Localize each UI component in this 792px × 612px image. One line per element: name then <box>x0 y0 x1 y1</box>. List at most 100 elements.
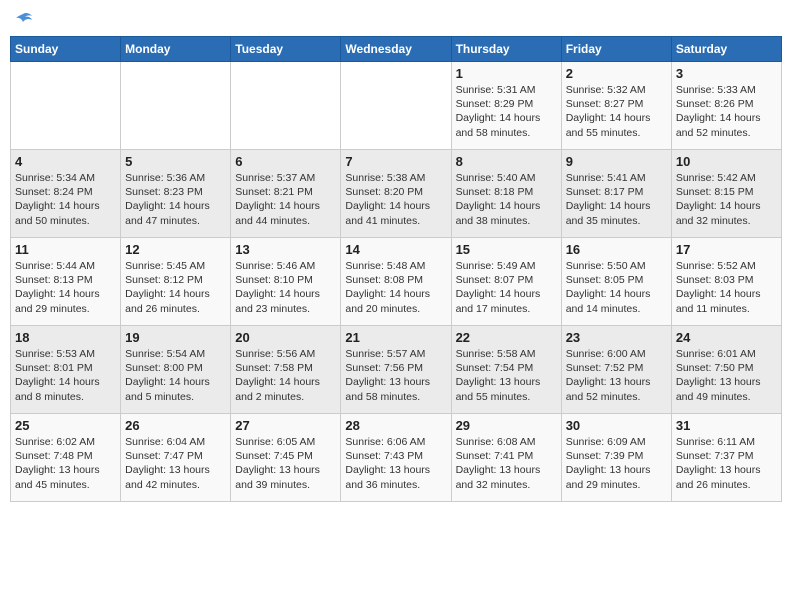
day-info: Sunrise: 5:31 AMSunset: 8:29 PMDaylight:… <box>456 83 557 140</box>
header-sunday: Sunday <box>11 37 121 62</box>
day-number: 7 <box>345 154 446 169</box>
calendar-cell: 9 Sunrise: 5:41 AMSunset: 8:17 PMDaylight… <box>561 150 671 238</box>
day-info: Sunrise: 5:45 AMSunset: 8:12 PMDaylight:… <box>125 259 226 316</box>
day-info: Sunrise: 5:56 AMSunset: 7:58 PMDaylight:… <box>235 347 336 404</box>
day-info: Sunrise: 5:33 AMSunset: 8:26 PMDaylight:… <box>676 83 777 140</box>
day-info: Sunrise: 6:04 AMSunset: 7:47 PMDaylight:… <box>125 435 226 492</box>
week-row-4: 18 Sunrise: 5:53 AMSunset: 8:01 PMDayligh… <box>11 326 782 414</box>
day-info: Sunrise: 5:50 AMSunset: 8:05 PMDaylight:… <box>566 259 667 316</box>
day-info: Sunrise: 5:34 AMSunset: 8:24 PMDaylight:… <box>15 171 116 228</box>
calendar-cell <box>11 62 121 150</box>
header-tuesday: Tuesday <box>231 37 341 62</box>
day-number: 11 <box>15 242 116 257</box>
calendar-cell: 14 Sunrise: 5:48 AMSunset: 8:08 PMDayligh… <box>341 238 451 326</box>
day-info: Sunrise: 5:49 AMSunset: 8:07 PMDaylight:… <box>456 259 557 316</box>
day-number: 12 <box>125 242 226 257</box>
day-info: Sunrise: 6:11 AMSunset: 7:37 PMDaylight:… <box>676 435 777 492</box>
day-number: 22 <box>456 330 557 345</box>
day-info: Sunrise: 6:01 AMSunset: 7:50 PMDaylight:… <box>676 347 777 404</box>
header-friday: Friday <box>561 37 671 62</box>
day-number: 23 <box>566 330 667 345</box>
calendar-cell: 30Sunrise: 6:09 AMSunset: 7:39 PMDayligh… <box>561 414 671 502</box>
logo <box>10 10 34 28</box>
calendar-cell: 15 Sunrise: 5:49 AMSunset: 8:07 PMDayligh… <box>451 238 561 326</box>
day-number: 17 <box>676 242 777 257</box>
day-number: 13 <box>235 242 336 257</box>
day-number: 16 <box>566 242 667 257</box>
calendar-cell: 26 Sunrise: 6:04 AMSunset: 7:47 PMDayligh… <box>121 414 231 502</box>
day-number: 24 <box>676 330 777 345</box>
day-info: Sunrise: 5:40 AMSunset: 8:18 PMDaylight:… <box>456 171 557 228</box>
calendar-cell: 1 Sunrise: 5:31 AMSunset: 8:29 PMDaylight… <box>451 62 561 150</box>
day-info: Sunrise: 6:02 AMSunset: 7:48 PMDaylight:… <box>15 435 116 492</box>
day-number: 29 <box>456 418 557 433</box>
day-info: Sunrise: 5:38 AMSunset: 8:20 PMDaylight:… <box>345 171 446 228</box>
day-number: 25 <box>15 418 116 433</box>
header-saturday: Saturday <box>671 37 781 62</box>
calendar-cell: 2Sunrise: 5:32 AMSunset: 8:27 PMDaylight… <box>561 62 671 150</box>
day-number: 15 <box>456 242 557 257</box>
day-number: 3 <box>676 66 777 81</box>
day-info: Sunrise: 5:52 AMSunset: 8:03 PMDaylight:… <box>676 259 777 316</box>
calendar-cell: 16 Sunrise: 5:50 AMSunset: 8:05 PMDayligh… <box>561 238 671 326</box>
day-number: 27 <box>235 418 336 433</box>
logo-bird-icon <box>12 10 34 32</box>
calendar-cell: 6Sunrise: 5:37 AMSunset: 8:21 PMDaylight… <box>231 150 341 238</box>
calendar-cell: 5Sunrise: 5:36 AMSunset: 8:23 PMDaylight… <box>121 150 231 238</box>
calendar-cell: 13 Sunrise: 5:46 AMSunset: 8:10 PMDayligh… <box>231 238 341 326</box>
calendar-header-row: SundayMondayTuesdayWednesdayThursdayFrid… <box>11 37 782 62</box>
calendar-cell: 10Sunrise: 5:42 AMSunset: 8:15 PMDayligh… <box>671 150 781 238</box>
calendar-cell: 12 Sunrise: 5:45 AMSunset: 8:12 PMDayligh… <box>121 238 231 326</box>
day-info: Sunrise: 6:08 AMSunset: 7:41 PMDaylight:… <box>456 435 557 492</box>
day-info: Sunrise: 6:06 AMSunset: 7:43 PMDaylight:… <box>345 435 446 492</box>
calendar-cell <box>121 62 231 150</box>
calendar-cell: 19Sunrise: 5:54 AMSunset: 8:00 PMDayligh… <box>121 326 231 414</box>
day-number: 1 <box>456 66 557 81</box>
day-number: 5 <box>125 154 226 169</box>
day-info: Sunrise: 5:48 AMSunset: 8:08 PMDaylight:… <box>345 259 446 316</box>
calendar-cell: 28 Sunrise: 6:06 AMSunset: 7:43 PMDayligh… <box>341 414 451 502</box>
day-info: Sunrise: 5:41 AMSunset: 8:17 PMDaylight:… <box>566 171 667 228</box>
calendar-cell: 23 Sunrise: 6:00 AMSunset: 7:52 PMDayligh… <box>561 326 671 414</box>
day-number: 20 <box>235 330 336 345</box>
day-info: Sunrise: 5:53 AMSunset: 8:01 PMDaylight:… <box>15 347 116 404</box>
calendar-cell: 27 Sunrise: 6:05 AMSunset: 7:45 PMDayligh… <box>231 414 341 502</box>
calendar-cell <box>231 62 341 150</box>
day-info: Sunrise: 5:44 AMSunset: 8:13 PMDaylight:… <box>15 259 116 316</box>
day-number: 26 <box>125 418 226 433</box>
day-info: Sunrise: 5:54 AMSunset: 8:00 PMDaylight:… <box>125 347 226 404</box>
calendar-cell: 8 Sunrise: 5:40 AMSunset: 8:18 PMDaylight… <box>451 150 561 238</box>
day-number: 30 <box>566 418 667 433</box>
calendar-cell: 25 Sunrise: 6:02 AMSunset: 7:48 PMDayligh… <box>11 414 121 502</box>
day-number: 6 <box>235 154 336 169</box>
day-number: 8 <box>456 154 557 169</box>
day-number: 9 <box>566 154 667 169</box>
day-number: 31 <box>676 418 777 433</box>
calendar-cell: 18 Sunrise: 5:53 AMSunset: 8:01 PMDayligh… <box>11 326 121 414</box>
day-number: 28 <box>345 418 446 433</box>
day-info: Sunrise: 6:05 AMSunset: 7:45 PMDaylight:… <box>235 435 336 492</box>
day-number: 21 <box>345 330 446 345</box>
week-row-2: 4 Sunrise: 5:34 AMSunset: 8:24 PMDaylight… <box>11 150 782 238</box>
calendar-cell: 4 Sunrise: 5:34 AMSunset: 8:24 PMDaylight… <box>11 150 121 238</box>
calendar-cell: 24 Sunrise: 6:01 AMSunset: 7:50 PMDayligh… <box>671 326 781 414</box>
calendar-cell: 20 Sunrise: 5:56 AMSunset: 7:58 PMDayligh… <box>231 326 341 414</box>
calendar-cell: 29 Sunrise: 6:08 AMSunset: 7:41 PMDayligh… <box>451 414 561 502</box>
header-wednesday: Wednesday <box>341 37 451 62</box>
calendar-cell: 21 Sunrise: 5:57 AMSunset: 7:56 PMDayligh… <box>341 326 451 414</box>
day-number: 14 <box>345 242 446 257</box>
calendar-cell: 3 Sunrise: 5:33 AMSunset: 8:26 PMDaylight… <box>671 62 781 150</box>
day-info: Sunrise: 5:58 AMSunset: 7:54 PMDaylight:… <box>456 347 557 404</box>
day-number: 10 <box>676 154 777 169</box>
day-info: Sunrise: 5:46 AMSunset: 8:10 PMDaylight:… <box>235 259 336 316</box>
calendar-cell: 7 Sunrise: 5:38 AMSunset: 8:20 PMDaylight… <box>341 150 451 238</box>
week-row-3: 11 Sunrise: 5:44 AMSunset: 8:13 PMDayligh… <box>11 238 782 326</box>
header-monday: Monday <box>121 37 231 62</box>
calendar-cell: 11 Sunrise: 5:44 AMSunset: 8:13 PMDayligh… <box>11 238 121 326</box>
week-row-1: 1 Sunrise: 5:31 AMSunset: 8:29 PMDaylight… <box>11 62 782 150</box>
day-number: 18 <box>15 330 116 345</box>
header-thursday: Thursday <box>451 37 561 62</box>
day-number: 4 <box>15 154 116 169</box>
day-info: Sunrise: 5:57 AMSunset: 7:56 PMDaylight:… <box>345 347 446 404</box>
day-info: Sunrise: 6:00 AMSunset: 7:52 PMDaylight:… <box>566 347 667 404</box>
